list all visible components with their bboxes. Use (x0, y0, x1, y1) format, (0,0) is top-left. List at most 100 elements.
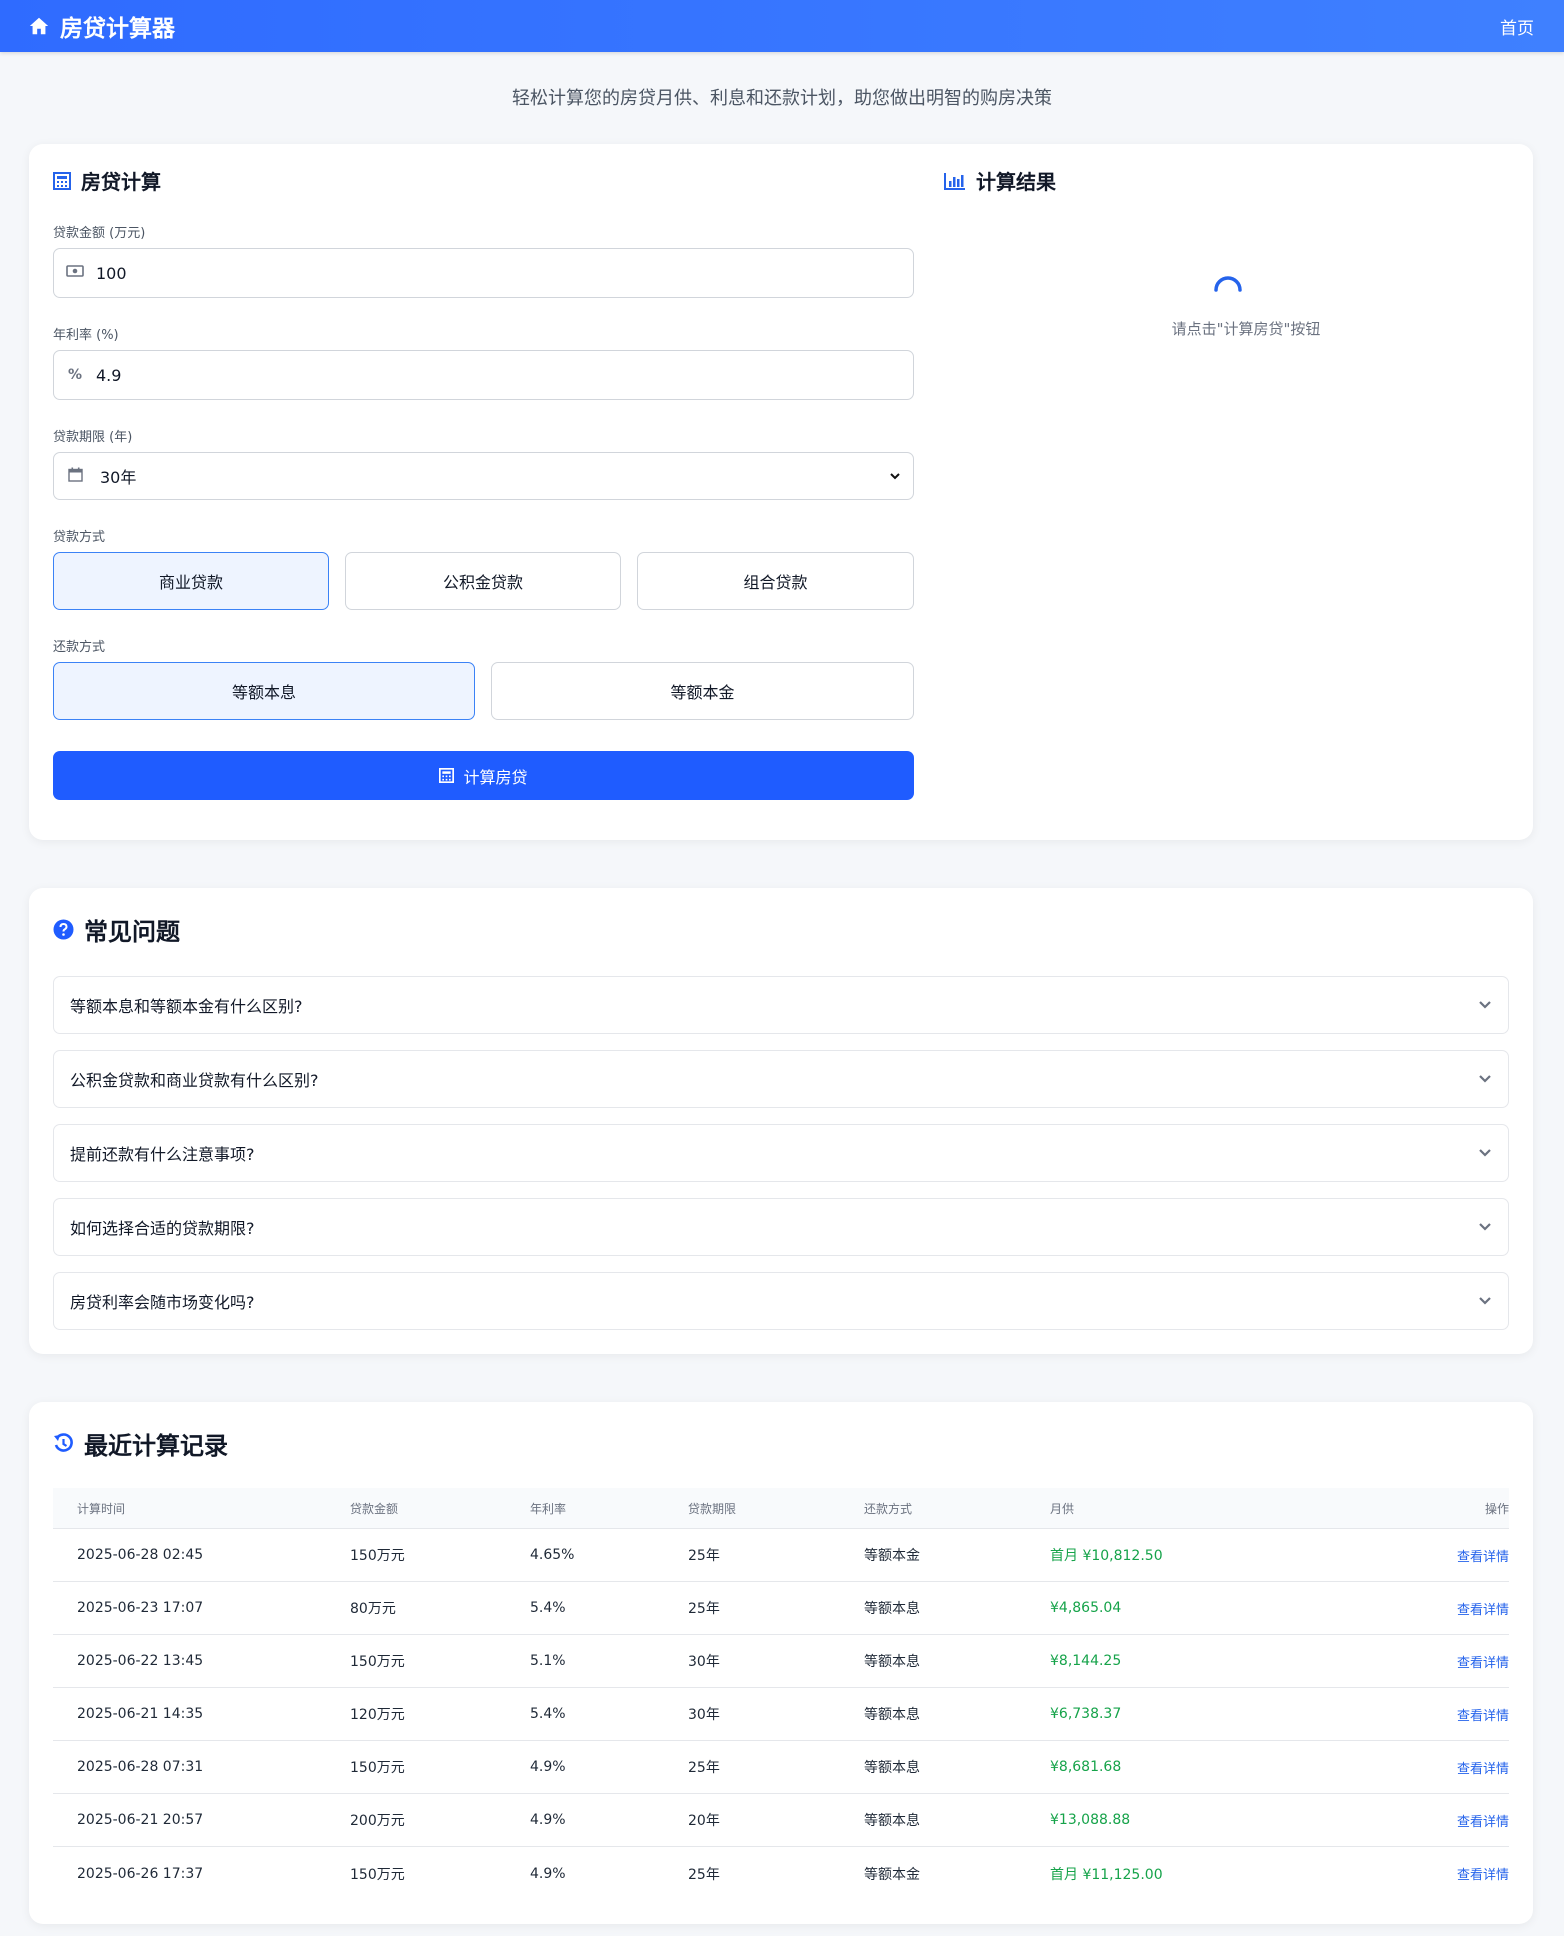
row-monthly: ¥4,865.04 (1050, 1600, 1122, 1616)
row-term: 25年 (688, 1548, 720, 1564)
loan-type-label: 贷款方式 (53, 530, 106, 545)
row-time: 2025-06-26 17:37 (77, 1865, 204, 1882)
loan-type-commercial[interactable]: 商业贷款 (53, 552, 329, 610)
calculator-icon (439, 768, 455, 783)
row-monthly: ¥6,738.37 (1050, 1706, 1122, 1722)
chevron-down-icon (1479, 1149, 1491, 1157)
faq-title: 常见问题 (53, 912, 180, 947)
view-details-link[interactable]: 查看详情 (1410, 1758, 1509, 1777)
brand[interactable]: 房贷计算器 (28, 9, 175, 43)
col-action: 操作 (1484, 1501, 1509, 1516)
chevron-down-icon (1479, 1223, 1491, 1231)
row-monthly: 首月 ¥10,812.50 (1050, 1548, 1163, 1564)
row-term: 30年 (688, 1654, 720, 1670)
home-icon (29, 17, 49, 35)
percent-icon: % (67, 367, 83, 383)
table-row: 2025-06-23 17:07 80万元 5.4% 25年 等额本息 ¥4,8… (53, 1582, 1509, 1635)
repay-equal-principal[interactable]: 等额本金 (491, 662, 914, 720)
hero-subtitle: 轻松计算您的房贷月供、利息和还款计划，助您做出明智的购房决策 (512, 88, 1052, 109)
faq-question: 房贷利率会随市场变化吗? (70, 1293, 255, 1312)
term-select[interactable]: 30年 (53, 452, 914, 500)
calculator-title: 房贷计算 (53, 166, 161, 195)
row-amount: 200万元 (350, 1813, 405, 1829)
view-details-link[interactable]: 查看详情 (1410, 1811, 1509, 1830)
faq-item[interactable]: 如何选择合适的贷款期限? (53, 1198, 1509, 1256)
row-time: 2025-06-21 14:35 (77, 1706, 204, 1722)
row-amount: 150万元 (350, 1760, 405, 1776)
question-circle-icon (53, 919, 74, 940)
calculate-button-label: 计算房贷 (463, 767, 528, 787)
result-title: 计算结果 (944, 166, 1056, 195)
col-time: 计算时间 (77, 1501, 126, 1516)
row-monthly: 首月 ¥11,125.00 (1050, 1866, 1163, 1883)
amount-input[interactable]: 100 (53, 248, 914, 298)
table-row: 2025-06-22 13:45 150万元 5.1% 30年 等额本息 ¥8,… (53, 1635, 1509, 1688)
calculator-title-text: 房贷计算 (81, 170, 161, 194)
row-method: 等额本金 (864, 1548, 920, 1564)
brand-title: 房贷计算器 (60, 16, 175, 42)
table-row: 2025-06-21 20:57 200万元 4.9% 20年 等额本息 ¥13… (53, 1794, 1509, 1847)
amount-label: 贷款金额 (万元) (53, 226, 146, 241)
view-details-link[interactable]: 查看详情 (1410, 1705, 1509, 1724)
row-term: 25年 (688, 1866, 720, 1883)
view-details-link[interactable]: 查看详情 (1410, 1864, 1509, 1883)
view-details-link[interactable]: 查看详情 (1410, 1652, 1509, 1671)
faq-question: 提前还款有什么注意事项? (70, 1145, 255, 1164)
view-details-link[interactable]: 查看详情 (1410, 1546, 1509, 1565)
table-row: 2025-06-26 17:37 150万元 4.9% 25年 等额本金 首月 … (53, 1847, 1509, 1900)
row-term: 25年 (688, 1601, 720, 1617)
col-term: 贷款期限 (688, 1501, 737, 1516)
row-method: 等额本息 (864, 1813, 920, 1829)
money-icon (66, 265, 84, 281)
history-table: 计算时间 贷款金额 年利率 贷款期限 还款方式 月供 操作 2025-06-28… (53, 1488, 1509, 1900)
table-row: 2025-06-21 14:35 120万元 5.4% 30年 等额本息 ¥6,… (53, 1688, 1509, 1741)
loan-type-provident[interactable]: 公积金贷款 (345, 552, 621, 610)
history-title: 最近计算记录 (53, 1426, 228, 1461)
rate-input[interactable]: % 4.9 (53, 350, 914, 400)
table-header: 计算时间 贷款金额 年利率 贷款期限 还款方式 月供 操作 (53, 1488, 1509, 1529)
chevron-down-icon (890, 473, 900, 480)
nav-home-link[interactable]: 首页 (1500, 14, 1534, 39)
row-amount: 150万元 (350, 1548, 405, 1564)
faq-item[interactable]: 房贷利率会随市场变化吗? (53, 1272, 1509, 1330)
row-monthly: ¥8,681.68 (1050, 1759, 1122, 1775)
result-hint: 请点击"计算房贷"按钮 (1171, 320, 1321, 338)
faq-item[interactable]: 等额本息和等额本金有什么区别? (53, 976, 1509, 1034)
row-term: 30年 (688, 1707, 720, 1723)
amount-value: 100 (96, 263, 127, 283)
faq-card: 常见问题 等额本息和等额本金有什么区别? 公积金贷款和商业贷款有什么区别? 提前… (29, 888, 1533, 1354)
row-monthly: ¥13,088.88 (1050, 1812, 1131, 1828)
table-row: 2025-06-28 07:31 150万元 4.9% 25年 等额本息 ¥8,… (53, 1741, 1509, 1794)
history-card: 最近计算记录 计算时间 贷款金额 年利率 贷款期限 还款方式 月供 操作 202… (29, 1402, 1533, 1924)
row-rate: 4.9% (530, 1865, 566, 1882)
row-rate: 4.65% (530, 1547, 575, 1563)
row-time: 2025-06-23 17:07 (77, 1600, 204, 1616)
faq-question: 公积金贷款和商业贷款有什么区别? (70, 1071, 319, 1090)
col-rate: 年利率 (530, 1501, 567, 1516)
col-amount: 贷款金额 (350, 1501, 399, 1516)
row-rate: 5.4% (530, 1600, 566, 1616)
repay-equal-installment[interactable]: 等额本息 (53, 662, 475, 720)
row-monthly: ¥8,144.25 (1050, 1653, 1122, 1669)
row-term: 25年 (688, 1760, 720, 1776)
row-amount: 120万元 (350, 1707, 405, 1723)
calculate-button[interactable]: 计算房贷 (53, 751, 914, 800)
faq-item[interactable]: 公积金贷款和商业贷款有什么区别? (53, 1050, 1509, 1108)
history-icon (54, 1433, 73, 1452)
faq-item[interactable]: 提前还款有什么注意事项? (53, 1124, 1509, 1182)
row-amount: 80万元 (350, 1601, 396, 1617)
loan-type-combined[interactable]: 组合贷款 (637, 552, 914, 610)
row-method: 等额本息 (864, 1760, 920, 1776)
top-navbar: 房贷计算器 首页 (0, 0, 1564, 52)
row-rate: 5.4% (530, 1706, 566, 1722)
calculator-card: 房贷计算 贷款金额 (万元) 100 年利率 (%) % 4.9 贷款期限 (年… (29, 144, 1533, 840)
row-amount: 150万元 (350, 1654, 405, 1670)
faq-question: 如何选择合适的贷款期限? (70, 1219, 255, 1238)
row-rate: 4.9% (530, 1759, 566, 1775)
row-time: 2025-06-28 07:31 (77, 1759, 204, 1775)
faq-question: 等额本息和等额本金有什么区别? (70, 997, 303, 1016)
history-title-text: 最近计算记录 (84, 1432, 228, 1460)
term-label: 贷款期限 (年) (53, 430, 133, 445)
row-time: 2025-06-21 20:57 (77, 1812, 204, 1828)
view-details-link[interactable]: 查看详情 (1410, 1599, 1509, 1618)
